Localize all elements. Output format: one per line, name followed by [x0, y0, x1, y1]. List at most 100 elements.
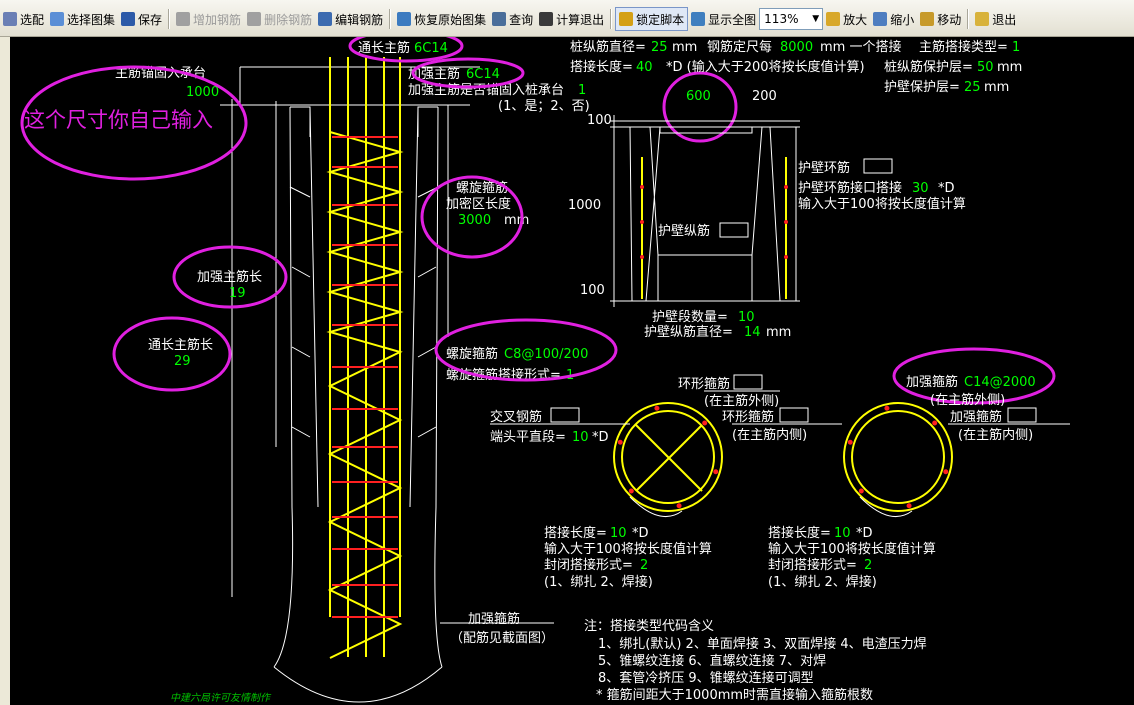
- main-length-value: 29: [174, 354, 191, 369]
- toolbar-button-7[interactable]: 查询: [489, 8, 536, 30]
- cover-value: 50: [977, 60, 994, 75]
- section-1-bar-dot: [654, 405, 660, 411]
- sec1-ring-outer-input[interactable]: [733, 374, 763, 390]
- toolbar-button-6[interactable]: 恢复原始图集: [394, 8, 489, 30]
- toolbar-button-0[interactable]: 选配: [0, 8, 47, 30]
- wall-hoop-lap-value: 30: [912, 181, 929, 196]
- cross-end-label: 端头平直段=: [490, 430, 566, 445]
- section-1-bar-dot: [628, 488, 634, 494]
- delete-rebar-icon: [247, 12, 262, 26]
- toolbar-separator: [967, 9, 970, 29]
- binoculars-icon: [492, 12, 507, 26]
- wall-seg-value: 10: [738, 310, 755, 325]
- toolbar-button-11[interactable]: 放大: [823, 8, 870, 30]
- chevron-down-icon: ▼: [812, 14, 820, 24]
- toolbar-button-label: 编辑钢筋: [335, 12, 384, 27]
- wall-hoop-lap-label: 护壁环筋接口搭接: [798, 180, 902, 196]
- main-bar-label: 通长主筋: [358, 40, 410, 56]
- toolbar-button-13[interactable]: 移动: [917, 8, 964, 30]
- dim-100-bottom: 100: [580, 283, 605, 298]
- wall-long-input[interactable]: [719, 222, 749, 238]
- dim-100-top: 100: [587, 113, 612, 128]
- cross-end-unit: *D: [592, 430, 609, 445]
- highlight-main-length: [112, 316, 232, 392]
- lap-type-value: 1: [1012, 40, 1020, 55]
- sec2-lap-value: 10: [834, 526, 851, 541]
- exit-button[interactable]: 退出: [972, 8, 1019, 30]
- pile-elevation: [220, 57, 480, 703]
- note-line-3: 8、套管冷挤压 9、锥螺纹连接可调型: [598, 670, 814, 686]
- cross-end-value: 10: [572, 430, 589, 445]
- wall-hoop-label: 护壁环筋: [798, 160, 850, 176]
- sec1-lap-note: 输入大于100将按长度值计算: [544, 541, 712, 557]
- strengthen-bar-value: 6C14: [466, 67, 500, 82]
- sec2-lap-note: 输入大于100将按长度值计算: [768, 541, 936, 557]
- spiral-dense-value: 3000: [458, 213, 491, 228]
- spiral-spec-label: 螺旋箍筋: [446, 346, 498, 362]
- main-length-label: 通长主筋长: [148, 337, 213, 353]
- section-2-bar-dot: [906, 503, 912, 509]
- toolbar-button-label: 退出: [992, 12, 1017, 27]
- toolbar-button-12[interactable]: 缩小: [870, 8, 917, 30]
- sec2-close-label: 封闭搭接形式=: [768, 557, 857, 573]
- toolbar-button-label: 选配: [20, 12, 45, 27]
- toolbar-button-3[interactable]: 增加钢筋: [173, 8, 244, 30]
- toolbar: 选配 选择图集 保存 增加钢筋 删除钢筋 编辑钢筋 恢复原始图集 查询 计算退出 锁定脚本 显示全图…: [0, 0, 1134, 37]
- sec2-inner-input[interactable]: [1007, 407, 1037, 423]
- wall-long-label: 护壁纵筋: [658, 223, 710, 239]
- sec2-hoop-label: 加强箍筋: [906, 374, 958, 390]
- edit-rebar-icon: [318, 12, 333, 26]
- exit-icon: [975, 12, 990, 26]
- zoom-select[interactable]: 113% ▼: [759, 8, 824, 30]
- wall-long-dia-unit: mm: [766, 325, 791, 340]
- toolbar-button-10[interactable]: 显示全图: [688, 8, 759, 30]
- toolbar-button-1[interactable]: 选择图集: [47, 8, 118, 30]
- toolbar-buttons: 选配 选择图集 保存 增加钢筋 删除钢筋 编辑钢筋 恢复原始图集 查询 计算退出 锁定脚本 显示全图…: [0, 6, 1019, 32]
- wall-hoop-lap-unit: *D: [938, 181, 955, 196]
- dim-200: 200: [752, 89, 777, 104]
- sec2-hoop2-label: 加强箍筋: [950, 409, 1002, 425]
- cover-unit: mm: [997, 60, 1022, 75]
- sec2-lap-label: 搭接长度=: [768, 525, 831, 541]
- fixed-length-label: 钢筋定尺每: [707, 39, 772, 55]
- sec1-close-label: 封闭搭接形式=: [544, 557, 633, 573]
- toolbar-button-label: 缩小: [890, 12, 915, 27]
- section-2-bar-dot: [932, 420, 938, 426]
- toolbar-button-9[interactable]: 锁定脚本: [615, 7, 689, 31]
- wall-long-dia-label: 护壁纵筋直径=: [644, 324, 733, 340]
- cross-bar-label: 交叉钢筋: [490, 409, 542, 425]
- note-title: 注：搭接类型代码含义: [584, 618, 714, 634]
- wall-hoop-input[interactable]: [863, 158, 893, 174]
- sec2-lap-block: 搭接长度= 10 *D 输入大于100将按长度值计算 封闭搭接形式= 2 (1、…: [768, 525, 936, 590]
- section-1-bar-dot: [676, 503, 682, 509]
- cross-bar-input[interactable]: [550, 407, 580, 423]
- sec2-lap-unit: *D: [856, 526, 873, 541]
- sec2-hoop-value: C14@2000: [964, 375, 1036, 390]
- move-icon: [920, 12, 935, 26]
- section-2-bar-dot: [943, 469, 949, 475]
- sec2-inner: (在主筋内侧): [958, 427, 1033, 443]
- drawing-canvas[interactable]: .w{stroke:#fff;fill:none;stroke-width:1;…: [0, 37, 1134, 705]
- sec2-outer: (在主筋外侧): [930, 392, 1005, 408]
- zoom-in-icon: [826, 12, 841, 26]
- toolbar-separator: [610, 9, 613, 29]
- spiral-spec-value: C8@100/200: [504, 347, 588, 362]
- toolbar-button-8[interactable]: 计算退出: [536, 8, 607, 30]
- toolbar-button-label: 恢复原始图集: [414, 12, 487, 27]
- handwritten-note: 这个尺寸你自己输入: [24, 108, 213, 132]
- show-all-icon: [691, 12, 706, 26]
- cross-section-1: [490, 374, 842, 518]
- sec1-ring-inner-input[interactable]: [779, 407, 809, 423]
- section-1-bar-dot: [617, 439, 623, 445]
- toolbar-button-label: 选择图集: [67, 12, 116, 27]
- bottom-hoop-label: 加强箍筋: [468, 611, 520, 627]
- toolbar-button-label: 显示全图: [708, 12, 757, 27]
- strengthen-length-label: 加强主筋长: [197, 269, 262, 285]
- toolbar-button-label: 锁定脚本: [636, 12, 685, 27]
- toolbar-button-2[interactable]: 保存: [118, 8, 165, 30]
- toolbar-button-5[interactable]: 编辑钢筋: [315, 8, 386, 30]
- spiral-dense-unit: mm: [504, 213, 529, 228]
- toolbar-button-4[interactable]: 删除钢筋: [244, 8, 315, 30]
- lap-length-label: 搭接长度=: [570, 59, 633, 75]
- pile-dia-value: 25: [651, 40, 668, 55]
